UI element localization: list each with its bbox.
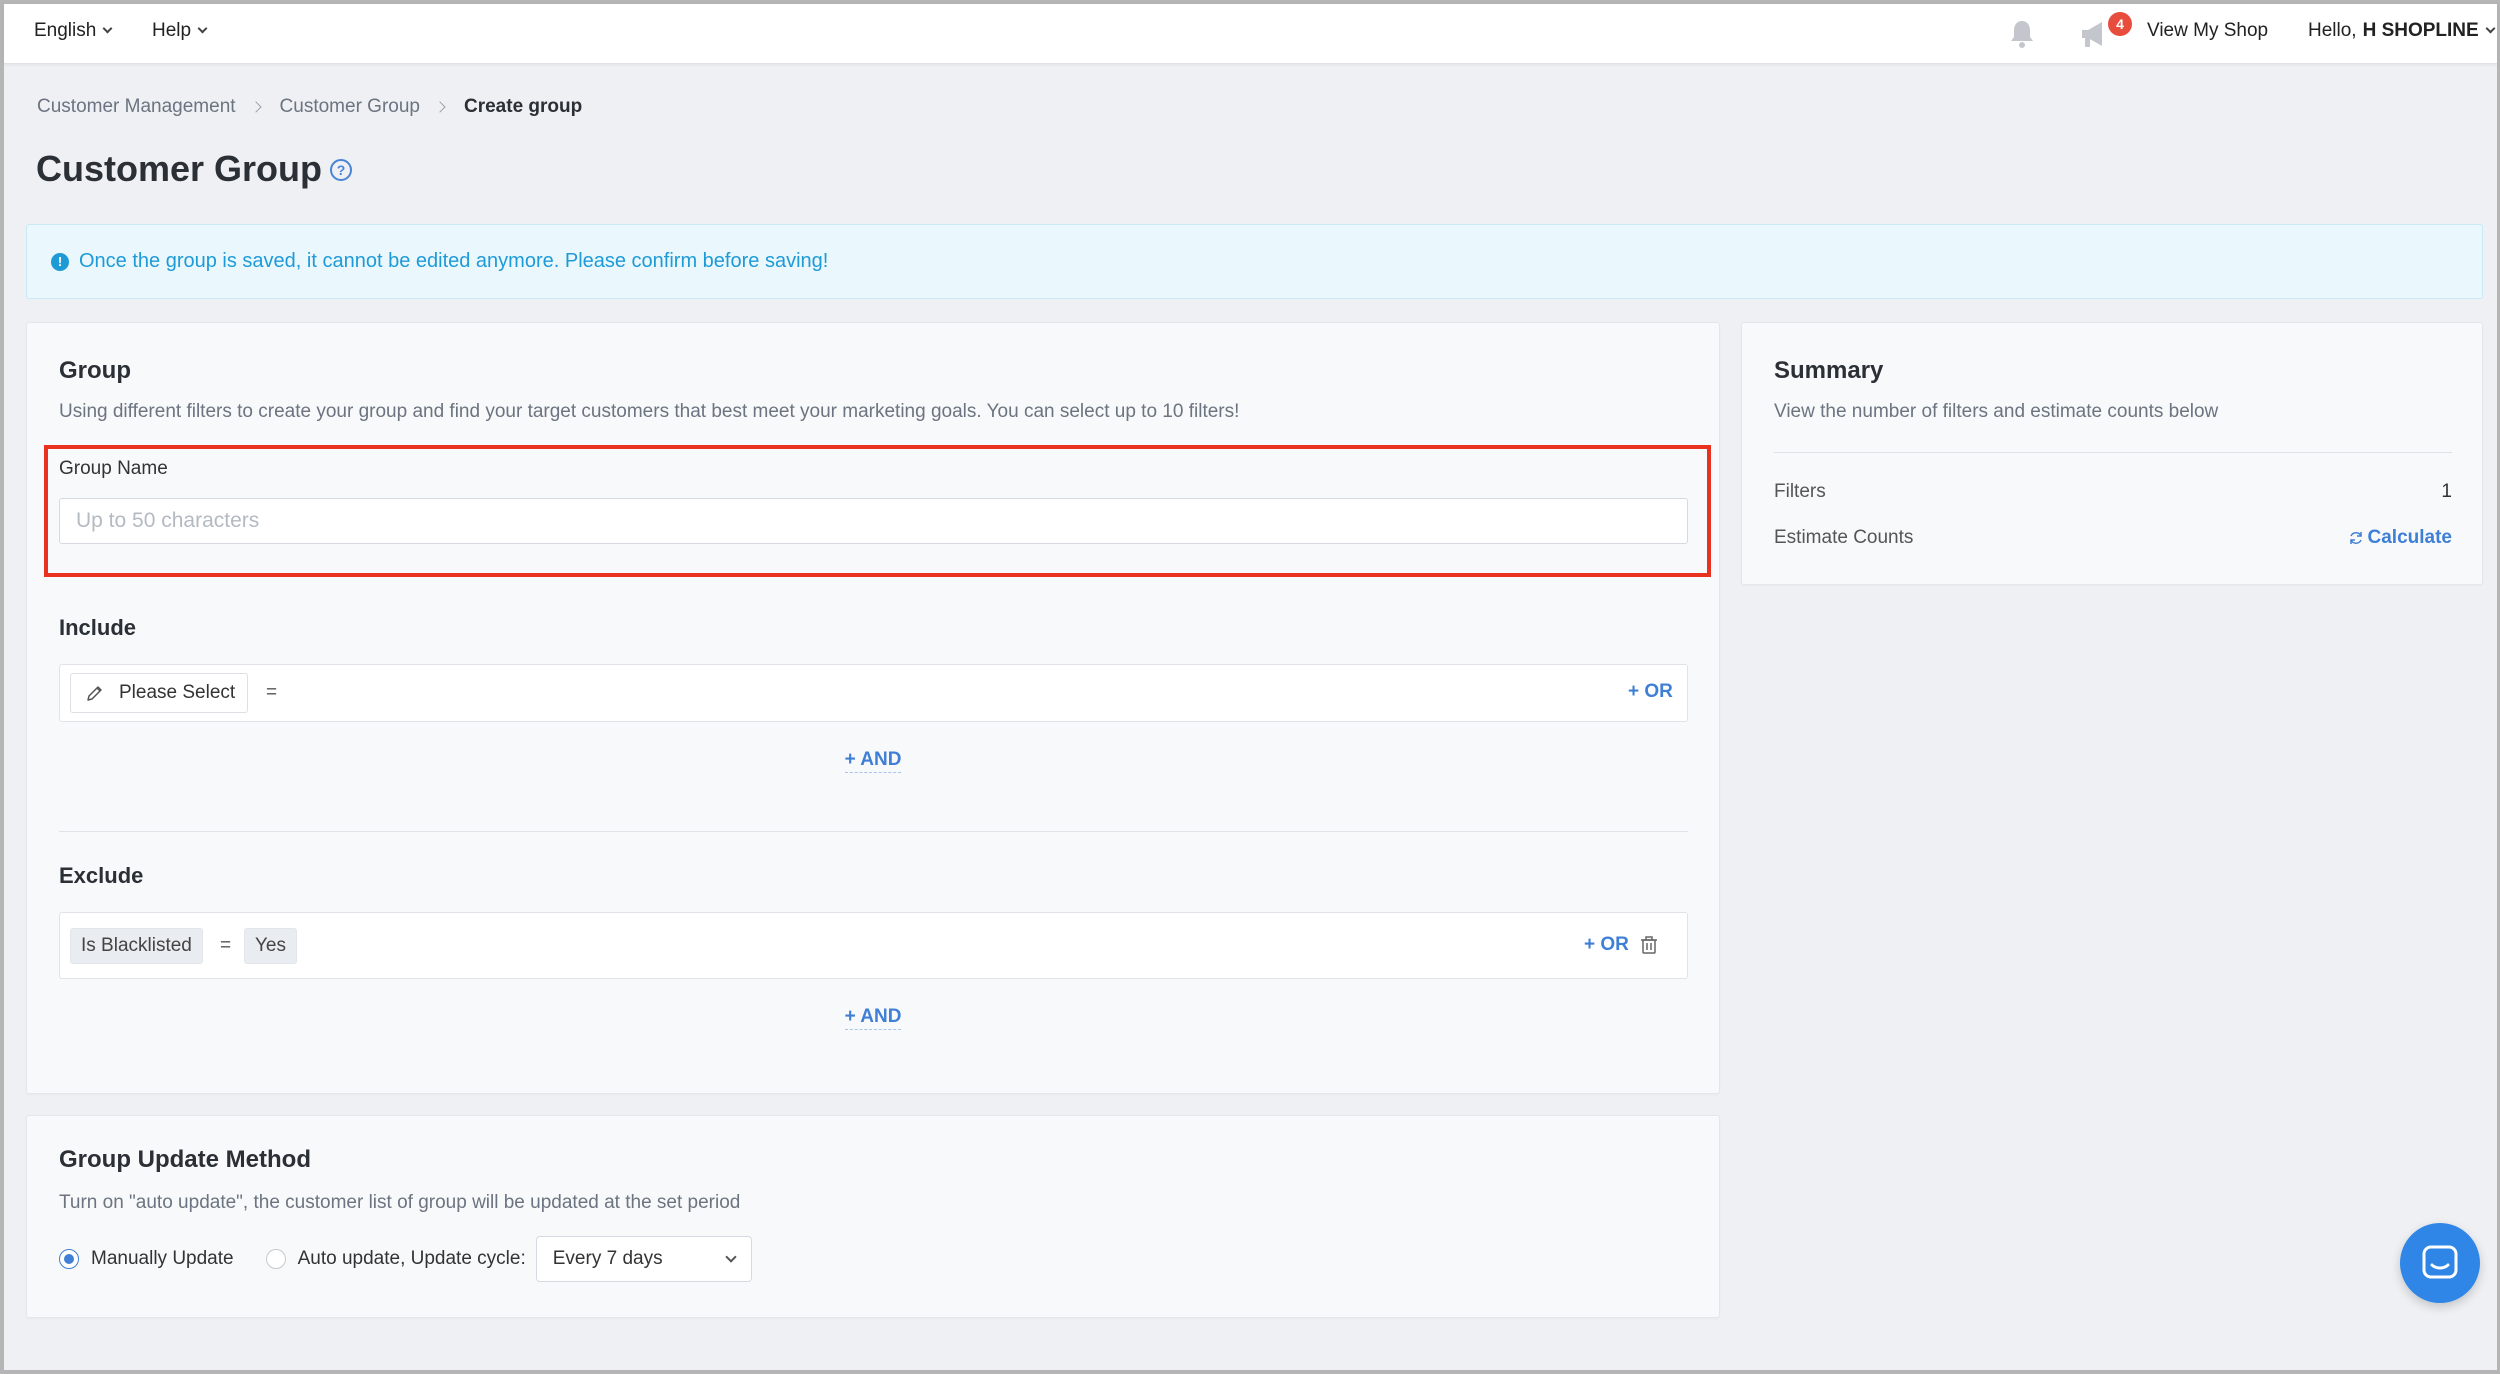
breadcrumb: Customer Management Customer Group Creat… bbox=[37, 96, 582, 118]
section-divider bbox=[59, 831, 1688, 832]
top-bar: English Help 4 View My Shop Hello, H SHO… bbox=[4, 4, 2497, 64]
exclude-filter-row: Is Blacklisted = Yes + OR bbox=[59, 912, 1688, 979]
hello-label: Hello, bbox=[2308, 20, 2357, 41]
summary-card: Summary View the number of filters and e… bbox=[1741, 322, 2483, 585]
refresh-icon bbox=[2349, 532, 2362, 544]
help-label: Help bbox=[152, 20, 192, 41]
include-or-button[interactable]: + OR bbox=[1628, 681, 1673, 703]
exclude-title: Exclude bbox=[59, 863, 144, 888]
breadcrumb-create-group: Create group bbox=[464, 96, 583, 117]
bell-icon[interactable] bbox=[2004, 16, 2040, 52]
exclude-and-wrapper: + AND bbox=[27, 1006, 1719, 1030]
please-select-label: Please Select bbox=[119, 682, 236, 703]
breadcrumb-separator-icon bbox=[434, 101, 446, 113]
page-title: Customer Group bbox=[36, 148, 323, 189]
language-selector[interactable]: English bbox=[34, 20, 113, 42]
group-title: Group bbox=[59, 357, 131, 384]
group-name-label: Group Name bbox=[59, 458, 168, 479]
view-my-shop-link[interactable]: View My Shop bbox=[2147, 20, 2268, 42]
summary-description: View the number of filters and estimate … bbox=[1774, 401, 2219, 422]
include-and-button[interactable]: + AND bbox=[844, 749, 902, 773]
update-cycle-value: Every 7 days bbox=[552, 1248, 663, 1269]
warning-alert: ! Once the group is saved, it cannot be … bbox=[26, 224, 2483, 299]
help-circle-icon[interactable]: ? bbox=[330, 159, 352, 181]
exclude-value-label: Yes bbox=[255, 935, 286, 956]
estimate-row: Estimate Counts Calculate bbox=[1774, 527, 2452, 549]
view-shop-label: View My Shop bbox=[2147, 20, 2269, 41]
exclude-field-tag[interactable]: Is Blacklisted bbox=[70, 928, 203, 964]
update-cycle-select[interactable]: Every 7 days bbox=[535, 1236, 752, 1282]
group-name-input[interactable] bbox=[59, 498, 1688, 544]
info-icon: ! bbox=[51, 252, 69, 271]
help-menu[interactable]: Help bbox=[152, 20, 208, 42]
estimate-label: Estimate Counts bbox=[1774, 527, 1914, 548]
user-name: H SHOPLINE bbox=[2362, 20, 2479, 41]
include-operator: = bbox=[266, 682, 278, 703]
exclude-value-tag[interactable]: Yes bbox=[244, 928, 297, 964]
user-menu[interactable]: Hello, H SHOPLINE bbox=[2308, 20, 2496, 42]
chat-launcher-button[interactable] bbox=[2400, 1223, 2480, 1303]
manual-update-label[interactable]: Manually Update bbox=[91, 1248, 234, 1270]
pencil-icon bbox=[87, 686, 102, 701]
auto-update-label[interactable]: Auto update, Update cycle: bbox=[298, 1248, 526, 1270]
include-title: Include bbox=[59, 615, 137, 640]
filters-row: Filters 1 bbox=[1774, 481, 2452, 503]
update-method-description: Turn on "auto update", the customer list… bbox=[59, 1192, 741, 1213]
group-card: Group Using different filters to create … bbox=[26, 322, 1720, 1094]
chevron-down-icon bbox=[197, 23, 208, 34]
summary-divider bbox=[1774, 452, 2452, 453]
exclude-and-button[interactable]: + AND bbox=[844, 1006, 902, 1030]
summary-title: Summary bbox=[1774, 357, 1884, 384]
calculate-label: Calculate bbox=[2367, 527, 2452, 548]
breadcrumb-customer-management[interactable]: Customer Management bbox=[37, 96, 236, 118]
include-and-wrapper: + AND bbox=[27, 749, 1719, 773]
exclude-field-label: Is Blacklisted bbox=[81, 935, 192, 956]
breadcrumb-separator-icon bbox=[249, 101, 262, 113]
exclude-operator: = bbox=[220, 935, 232, 956]
chat-icon bbox=[2422, 1245, 2458, 1279]
filters-label: Filters bbox=[1774, 481, 1826, 502]
group-description: Using different filters to create your g… bbox=[59, 401, 1240, 422]
notification-badge: 4 bbox=[2108, 12, 2132, 36]
chevron-down-icon bbox=[2485, 23, 2496, 34]
breadcrumb-customer-group[interactable]: Customer Group bbox=[280, 96, 420, 118]
exclude-or-button[interactable]: + OR bbox=[1584, 934, 1629, 956]
manual-update-radio[interactable] bbox=[59, 1249, 79, 1269]
trash-icon[interactable] bbox=[1640, 935, 1658, 955]
update-method-title: Group Update Method bbox=[59, 1146, 311, 1173]
update-method-card: Group Update Method Turn on "auto update… bbox=[26, 1115, 1720, 1318]
filters-count: 1 bbox=[2441, 481, 2452, 502]
calculate-button[interactable]: Calculate bbox=[2348, 527, 2452, 549]
please-select-button[interactable]: Please Select bbox=[70, 673, 248, 713]
update-options: Manually Update Auto update, Update cycl… bbox=[59, 1236, 752, 1282]
language-label: English bbox=[34, 20, 97, 41]
auto-update-radio[interactable] bbox=[265, 1249, 286, 1269]
include-filter-row: Please Select = + OR bbox=[59, 664, 1688, 722]
alert-text: Once the group is saved, it cannot be ed… bbox=[79, 250, 829, 272]
chevron-down-icon bbox=[725, 1250, 737, 1263]
chevron-down-icon bbox=[102, 23, 113, 34]
